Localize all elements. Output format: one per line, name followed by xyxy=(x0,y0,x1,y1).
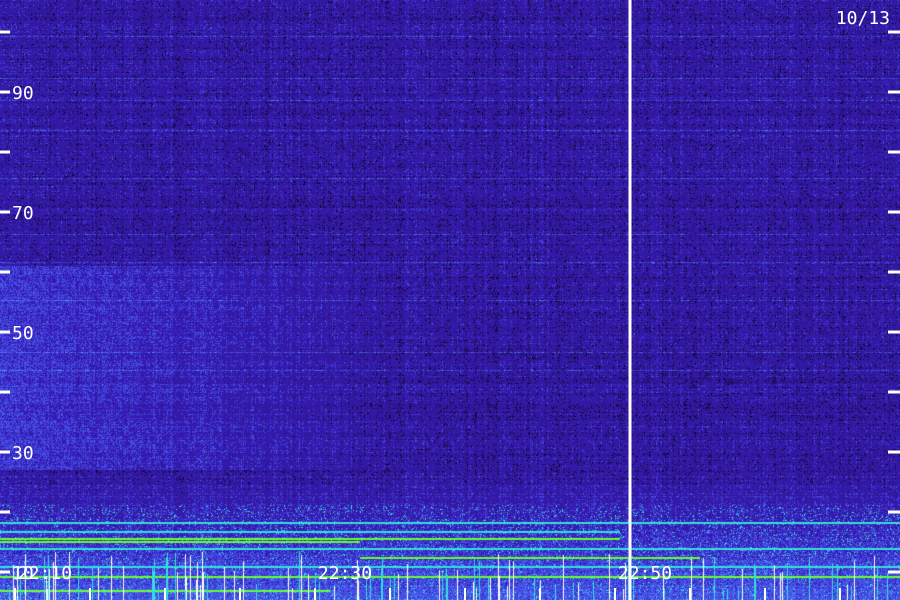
y-axis-labels: 1030507090 xyxy=(12,83,34,584)
y-tick-label: 90 xyxy=(12,83,34,104)
y-axis-ticks-right xyxy=(888,30,900,574)
x-axis-ticks xyxy=(14,588,841,600)
x-tick-label: 22:50 xyxy=(618,563,672,584)
date-label: 10/13 xyxy=(836,8,890,29)
x-tick-label: 22:10 xyxy=(18,563,72,584)
y-axis-ticks-left xyxy=(0,30,10,574)
y-tick-label: 70 xyxy=(12,203,34,224)
y-tick-label: 30 xyxy=(12,443,34,464)
spectrogram-overlay: 1030507090 22:10 22:30 22:50 10/13 xyxy=(0,0,900,600)
x-axis-labels: 22:10 22:30 22:50 xyxy=(18,563,672,584)
y-tick-label: 50 xyxy=(12,323,34,344)
x-tick-label: 22:30 xyxy=(318,563,372,584)
